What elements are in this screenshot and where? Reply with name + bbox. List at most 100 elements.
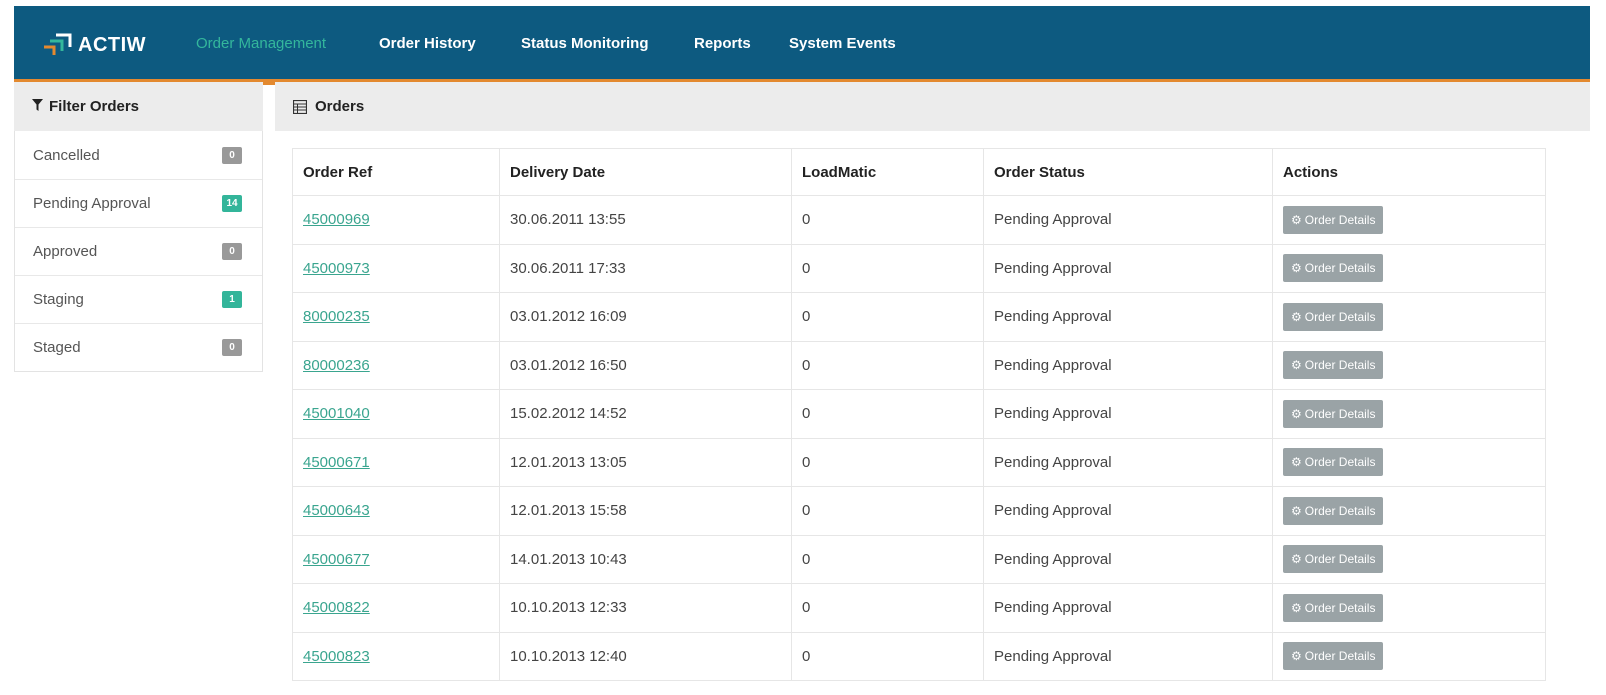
order-details-button[interactable]: ⚙ Order Details <box>1283 496 1384 525</box>
order-ref-cell: 45001040 <box>292 389 500 439</box>
table-row: 45000969 30.06.2011 13:55 0 Pending Approva… <box>292 195 1546 245</box>
table-row: 45001040 15.02.2012 14:52 0 Pending Approva… <box>292 389 1546 439</box>
actions-cell: ⚙ Order Details <box>1272 437 1546 487</box>
order-ref-cell: 80000235 <box>292 292 500 342</box>
nav-system-events[interactable]: System Events <box>771 6 914 82</box>
order-status-cell: Pending Approval <box>983 486 1273 536</box>
order-ref-cell: 45000822 <box>292 583 500 633</box>
table-row: 45000677 14.01.2013 10:43 0 Pending Approva… <box>292 534 1546 584</box>
order-ref-link[interactable]: 45000822 <box>303 599 370 616</box>
order-status-cell: Pending Approval <box>983 243 1273 293</box>
column-header[interactable]: Order Status <box>983 148 1273 196</box>
order-details-label: Order Details <box>1304 552 1376 567</box>
order-status-cell: Pending Approval <box>983 195 1273 245</box>
order-details-button[interactable]: ⚙ Order Details <box>1283 399 1384 428</box>
delivery-date-cell: 14.01.2013 10:43 <box>499 534 792 584</box>
table-row: 80000236 03.01.2012 16:50 0 Pending Approva… <box>292 340 1546 390</box>
order-details-label: Order Details <box>1304 406 1376 421</box>
gear-icon: ⚙ <box>1291 552 1302 567</box>
order-ref-link[interactable]: 45000973 <box>303 260 370 277</box>
filter-header: Filter Orders <box>14 82 263 131</box>
order-ref-cell: 45000643 <box>292 486 500 536</box>
order-ref-link[interactable]: 45000643 <box>303 502 370 519</box>
order-details-button[interactable]: ⚙ Order Details <box>1283 448 1384 477</box>
order-status-cell: Pending Approval <box>983 583 1273 633</box>
count-badge: 14 <box>222 195 242 212</box>
table-header-row: Order Ref Delivery Date LoadMatic Order … <box>292 148 1546 196</box>
order-ref-cell: 45000823 <box>292 631 500 681</box>
gear-icon: ⚙ <box>1291 649 1302 664</box>
filter-title: Filter Orders <box>49 98 140 115</box>
order-details-label: Order Details <box>1304 503 1376 518</box>
order-status-cell: Pending Approval <box>983 292 1273 342</box>
filter-item-approved[interactable]: Approved 0 <box>15 227 262 275</box>
order-ref-cell: 45000973 <box>292 243 500 293</box>
column-header[interactable]: LoadMatic <box>791 148 984 196</box>
column-header[interactable]: Delivery Date <box>499 148 792 196</box>
count-badge: 0 <box>222 146 242 164</box>
column-header: Actions <box>1272 148 1546 196</box>
loadmatic-cell: 0 <box>791 389 984 439</box>
loadmatic-cell: 0 <box>791 243 984 293</box>
top-navbar: ACTIW Order Management Order History Sta… <box>14 6 1590 85</box>
order-details-label: Order Details <box>1304 649 1376 664</box>
loadmatic-cell: 0 <box>791 486 984 536</box>
orders-table: Order Ref Delivery Date LoadMatic Order … <box>292 148 1546 681</box>
order-status-cell: Pending Approval <box>983 631 1273 681</box>
brand-name: ACTIW <box>78 33 147 56</box>
loadmatic-cell: 0 <box>791 437 984 487</box>
order-ref-link[interactable]: 45000823 <box>303 648 370 665</box>
order-details-label: Order Details <box>1304 358 1376 373</box>
filter-label: Cancelled <box>33 146 100 164</box>
actions-cell: ⚙ Order Details <box>1272 583 1546 633</box>
filter-item-cancelled[interactable]: Cancelled 0 <box>15 131 262 179</box>
actions-cell: ⚙ Order Details <box>1272 534 1546 584</box>
actions-cell: ⚙ Order Details <box>1272 195 1546 245</box>
table-row: 45000973 30.06.2011 17:33 0 Pending Approva… <box>292 243 1546 293</box>
order-details-button[interactable]: ⚙ Order Details <box>1283 545 1384 574</box>
actiw-logo-icon <box>42 31 74 59</box>
order-ref-link[interactable]: 80000235 <box>303 308 370 325</box>
orders-title: Orders <box>315 98 365 115</box>
order-details-button[interactable]: ⚙ Order Details <box>1283 593 1384 622</box>
order-details-label: Order Details <box>1304 309 1376 324</box>
order-ref-link[interactable]: 80000236 <box>303 357 370 374</box>
column-header[interactable]: Order Ref <box>292 148 500 196</box>
order-details-label: Order Details <box>1304 261 1376 276</box>
order-ref-link[interactable]: 45000969 <box>303 211 370 228</box>
delivery-date-cell: 10.10.2013 12:33 <box>499 583 792 633</box>
order-details-button[interactable]: ⚙ Order Details <box>1283 302 1384 331</box>
order-status-cell: Pending Approval <box>983 389 1273 439</box>
brand-logo[interactable]: ACTIW <box>42 30 146 60</box>
order-details-button[interactable]: ⚙ Order Details <box>1283 205 1384 234</box>
nav-reports[interactable]: Reports <box>676 6 769 82</box>
order-ref-cell: 80000236 <box>292 340 500 390</box>
actions-cell: ⚙ Order Details <box>1272 340 1546 390</box>
order-details-button[interactable]: ⚙ Order Details <box>1283 351 1384 380</box>
filter-item-staging[interactable]: Staging 1 <box>15 275 262 323</box>
delivery-date-cell: 12.01.2013 15:58 <box>499 486 792 536</box>
order-details-button[interactable]: ⚙ Order Details <box>1283 254 1384 283</box>
nav-status-monitoring[interactable]: Status Monitoring <box>503 6 667 82</box>
table-row: 80000235 03.01.2012 16:09 0 Pending Approva… <box>292 292 1546 342</box>
order-ref-link[interactable]: 45000671 <box>303 454 370 471</box>
gear-icon: ⚙ <box>1291 358 1302 373</box>
filter-sidebar: Filter Orders Cancelled 0 Pending Approv… <box>14 82 263 372</box>
loadmatic-cell: 0 <box>791 195 984 245</box>
nav-order-history[interactable]: Order History <box>361 6 494 82</box>
order-details-button[interactable]: ⚙ Order Details <box>1283 642 1384 671</box>
order-ref-link[interactable]: 45000677 <box>303 551 370 568</box>
delivery-date-cell: 10.10.2013 12:40 <box>499 631 792 681</box>
gear-icon: ⚙ <box>1291 406 1302 421</box>
gear-icon: ⚙ <box>1291 600 1302 615</box>
nav-order-management[interactable]: Order Management <box>178 6 345 85</box>
filter-item-pending-approval[interactable]: Pending Approval 14 <box>15 179 262 227</box>
actions-cell: ⚙ Order Details <box>1272 631 1546 681</box>
order-ref-cell: 45000969 <box>292 195 500 245</box>
filter-item-staged[interactable]: Staged 0 <box>15 323 262 371</box>
filter-label: Approved <box>33 243 98 260</box>
table-icon <box>293 99 307 114</box>
table-row: 45000822 10.10.2013 12:33 0 Pending Approva… <box>292 583 1546 633</box>
order-ref-link[interactable]: 45001040 <box>303 405 370 422</box>
actions-cell: ⚙ Order Details <box>1272 486 1546 536</box>
